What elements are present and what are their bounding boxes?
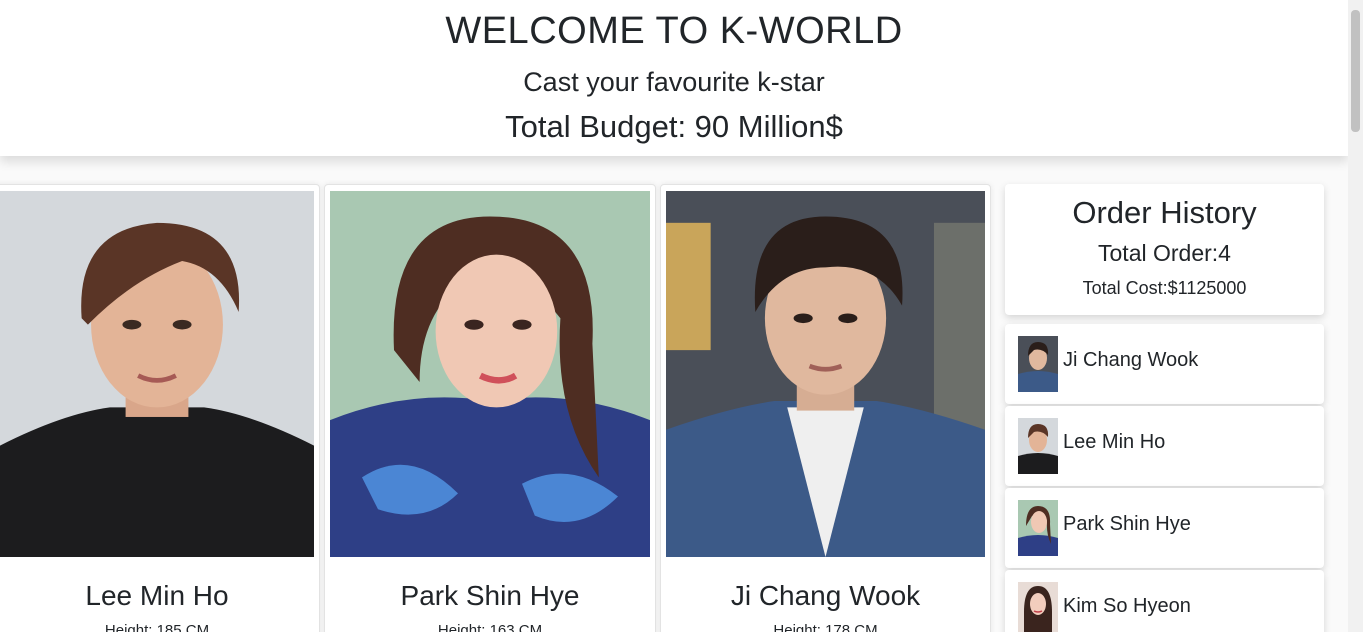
- star-height: Height: 163 CM: [437, 622, 543, 632]
- star-name: Lee Min Ho: [85, 580, 229, 611]
- avatar: [1018, 500, 1058, 556]
- star-card-lee-min-ho[interactable]: Lee Min Ho Height: 185 CM: [0, 184, 320, 632]
- star-photo: [330, 191, 650, 557]
- total-order: Total Order:4: [1098, 240, 1231, 266]
- star-name: Ji Chang Wook: [730, 580, 921, 611]
- order-item-name: Park Shin Hye: [1063, 513, 1191, 535]
- scrollbar-thumb[interactable]: [1351, 10, 1360, 132]
- star-height: Height: 185 CM: [104, 622, 210, 632]
- avatar: [1018, 582, 1058, 632]
- star-card-park-shin-hye[interactable]: Park Shin Hye Height: 163 CM: [324, 184, 656, 632]
- order-item: Park Shin Hye: [1005, 488, 1324, 568]
- star-photo: [666, 191, 985, 557]
- order-history-summary: Order History Total Order:4 Total Cost:$…: [1005, 184, 1324, 315]
- page-header: WELCOME TO K-WORLD Cast your favourite k…: [0, 0, 1348, 156]
- star-card-ji-chang-wook[interactable]: Ji Chang Wook Height: 178 CM: [660, 184, 991, 632]
- order-item-name: Kim So Hyeon: [1063, 595, 1191, 617]
- order-item: Lee Min Ho: [1005, 406, 1324, 486]
- order-item-name: Ji Chang Wook: [1063, 349, 1199, 371]
- avatar: [1018, 336, 1058, 392]
- total-budget: Total Budget: 90 Million$: [505, 109, 843, 144]
- star-photo: [0, 191, 314, 557]
- star-height: Height: 178 CM: [773, 622, 878, 632]
- order-item-name: Lee Min Ho: [1063, 431, 1166, 453]
- order-item: Kim So Hyeon: [1005, 570, 1324, 632]
- page-subtitle: Cast your favourite k-star: [523, 67, 825, 97]
- order-item: Ji Chang Wook: [1005, 324, 1324, 404]
- order-history-title: Order History: [1072, 195, 1257, 230]
- page-scrollbar[interactable]: [1348, 0, 1363, 632]
- star-name: Park Shin Hye: [400, 580, 580, 611]
- page-title: WELCOME TO K-WORLD: [445, 10, 903, 52]
- avatar: [1018, 418, 1058, 474]
- total-cost: Total Cost:$1125000: [1082, 278, 1247, 298]
